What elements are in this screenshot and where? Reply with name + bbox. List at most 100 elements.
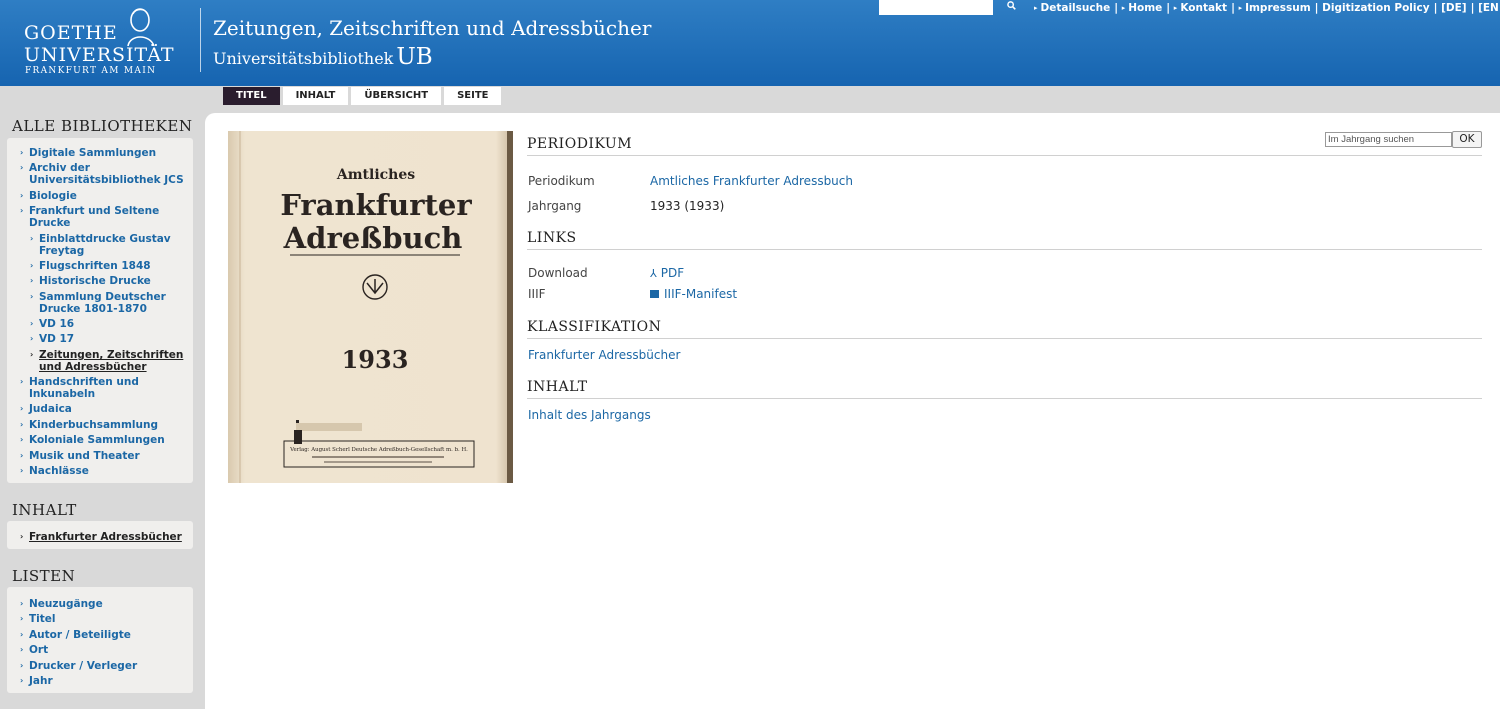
sidebar-item[interactable]: › Titel <box>20 613 187 625</box>
search-input[interactable] <box>879 0 993 15</box>
sidebar-item[interactable]: › Koloniale Sammlungen <box>20 434 187 446</box>
site-subtitle-text: Universitätsbibliothek <box>213 49 394 68</box>
sidebar-item[interactable]: › Autor / Beteiligte <box>20 629 187 641</box>
sidebar-item[interactable]: › Sammlung Deutscher Drucke 1801-1870 <box>30 291 187 315</box>
arrow-right-icon: ▸ <box>1238 4 1243 12</box>
sidebar-item-label: Kinderbuchsammlung <box>29 419 158 431</box>
sidebar-item[interactable]: › Nachlässe <box>20 465 187 477</box>
jahrgang-label: Jahrgang <box>528 199 582 213</box>
sidebar-item-label: Drucker / Verleger <box>29 660 138 672</box>
pdf-icon: ⅄ <box>650 267 657 280</box>
header-divider <box>200 8 201 72</box>
chevron-right-icon: › <box>30 261 34 270</box>
logo-line-3: FRANKFURT AM MAIN <box>25 66 157 76</box>
sidebar-item[interactable]: › VD 16 <box>30 318 187 330</box>
lists-list: › Neuzugänge › Titel › Autor / Beteiligte › Ort… <box>7 587 193 693</box>
topnav-item[interactable]: Kontakt <box>1180 2 1227 14</box>
chevron-right-icon: › <box>20 420 24 429</box>
sidebar-item[interactable]: › Judaica <box>20 403 187 415</box>
pdf-download[interactable]: ⅄ PDF <box>650 266 684 280</box>
sidebar-item[interactable]: › Archiv der Universitätsbibliothek JCS <box>20 162 187 186</box>
lists-heading: LISTEN <box>12 567 76 585</box>
search-icon[interactable] <box>1003 1 1019 14</box>
sidebar-item-label: Frankfurt und Seltene Drucke <box>29 205 160 229</box>
topnav-item[interactable]: Impressum <box>1245 2 1311 14</box>
inhalt-heading: INHALT <box>527 379 1482 399</box>
periodikum-link[interactable]: Amtliches Frankfurter Adressbuch <box>650 174 853 188</box>
content-list: › Frankfurter Adressbücher <box>7 521 193 549</box>
content-heading: INHALT <box>12 501 77 519</box>
cover-image[interactable]: Amtliches Frankfurter Adreßbuch 1933 Ver… <box>228 131 513 483</box>
periodikum-heading: PERIODIKUM <box>527 136 1482 156</box>
cover-line-2: Frankfurter <box>280 188 472 222</box>
klassifikation-link[interactable]: Frankfurter Adressbücher <box>528 348 680 362</box>
sidebar-item[interactable]: › Handschriften und Inkunabeln <box>20 376 187 400</box>
sidebar-item-label: Flugschriften 1848 <box>39 260 151 272</box>
sidebar-item[interactable]: › Flugschriften 1848 <box>30 260 187 272</box>
topnav-separator: | <box>1231 2 1239 14</box>
iiif-icon <box>650 290 659 298</box>
chevron-right-icon: › <box>20 599 24 608</box>
chevron-right-icon: › <box>20 614 24 623</box>
sidebar-item[interactable]: › VD 17 <box>30 333 187 345</box>
sidebar-item-label: Titel <box>29 613 56 625</box>
arrow-right-icon: ▸ <box>1034 4 1038 12</box>
sidebar-item-label: Judaica <box>29 403 72 415</box>
chevron-right-icon: › <box>20 377 24 386</box>
sidebar-item-label: Digitale Sammlungen <box>29 147 157 159</box>
sidebar-item-label: Nachlässe <box>29 465 89 477</box>
chevron-right-icon: › <box>20 148 24 157</box>
topnav-separator: | <box>1433 2 1442 14</box>
inhalt-jahrgang-link[interactable]: Inhalt des Jahrgangs <box>528 408 651 422</box>
cover-line-1: Amtliches <box>336 167 415 183</box>
chevron-right-icon: › <box>30 350 34 359</box>
klassifikation-heading: KLASSIFIKATION <box>527 319 1482 339</box>
cover-line-3: Adreßbuch <box>283 221 463 255</box>
sidebar-item[interactable]: › Einblattdrucke Gustav Freytag <box>30 233 187 257</box>
periodikum-label: Periodikum <box>528 174 595 188</box>
top-navigation: ▸ Detailsuche | ▸ Home | ▸ Kontakt | ▸ Impressu… <box>1034 2 1500 14</box>
chevron-right-icon: › <box>20 645 24 654</box>
sidebar-item[interactable]: › Kinderbuchsammlung <box>20 419 187 431</box>
arrow-right-icon: ▸ <box>1173 4 1178 12</box>
sidebar-item-label: Handschriften und Inkunabeln <box>29 376 139 400</box>
sidebar-item-label: Jahr <box>29 675 53 687</box>
tab-titel[interactable]: TITEL <box>223 87 280 105</box>
topnav-item[interactable]: [DE] <box>1441 2 1467 14</box>
logo-line-2: UNIVERSITÄT <box>24 44 175 66</box>
site-header: GOETHE UNIVERSITÄT FRANKFURT AM MAIN Zei… <box>0 0 1500 86</box>
tab-inhalt[interactable]: INHALT <box>282 87 349 105</box>
cover-publisher: Verlag: August Scherl Deutsche Adreßbuch… <box>289 447 468 453</box>
libraries-heading: ALLE BIBLIOTHEKEN <box>12 117 193 135</box>
sidebar-item[interactable]: › Historische Drucke <box>30 275 187 287</box>
topnav-item[interactable]: [EN <box>1478 2 1499 14</box>
topnav-item[interactable]: Digitization Policy <box>1322 2 1429 14</box>
tab-seite[interactable]: SEITE <box>444 87 502 105</box>
arrow-right-icon: ▸ <box>1121 4 1126 12</box>
ub-mark: UB <box>396 44 433 70</box>
sidebar-item[interactable]: › Frankfurt und Seltene Drucke <box>20 205 187 229</box>
sidebar-item-label: Frankfurter Adressbücher <box>29 531 182 543</box>
sidebar-item[interactable]: › Jahr <box>20 675 187 687</box>
chevron-right-icon: › <box>20 676 24 685</box>
sidebar-item[interactable]: › Musik und Theater <box>20 450 187 462</box>
sidebar-item-label: Historische Drucke <box>39 275 151 287</box>
sidebar-item[interactable]: › Ort <box>20 644 187 656</box>
sidebar-item[interactable]: › Biologie <box>20 190 187 202</box>
sidebar-item[interactable]: › Digitale Sammlungen <box>20 147 187 159</box>
sidebar-item[interactable]: › Frankfurter Adressbücher <box>20 531 187 543</box>
iiif-manifest-link[interactable]: IIIF-Manifest <box>650 287 737 301</box>
university-logo[interactable]: GOETHE UNIVERSITÄT FRANKFURT AM MAIN <box>22 4 174 78</box>
topnav-separator: | <box>1114 2 1122 14</box>
sidebar-item[interactable]: › Zeitungen, Zeitschriften und Adressbüch… <box>30 349 187 373</box>
topnav-item[interactable]: Detailsuche <box>1041 2 1111 14</box>
iiif-link-label: IIIF-Manifest <box>664 287 738 301</box>
sidebar-item-label: VD 16 <box>39 318 75 330</box>
chevron-right-icon: › <box>20 630 24 639</box>
sidebar-item[interactable]: › Neuzugänge <box>20 598 187 610</box>
sidebar-item-label: VD 17 <box>39 333 75 345</box>
tab-übersicht[interactable]: ÜBERSICHT <box>351 87 442 105</box>
topnav-item[interactable]: Home <box>1128 2 1162 14</box>
site-title[interactable]: Zeitungen, Zeitschriften und Adressbüche… <box>213 16 651 40</box>
sidebar-item[interactable]: › Drucker / Verleger <box>20 660 187 672</box>
